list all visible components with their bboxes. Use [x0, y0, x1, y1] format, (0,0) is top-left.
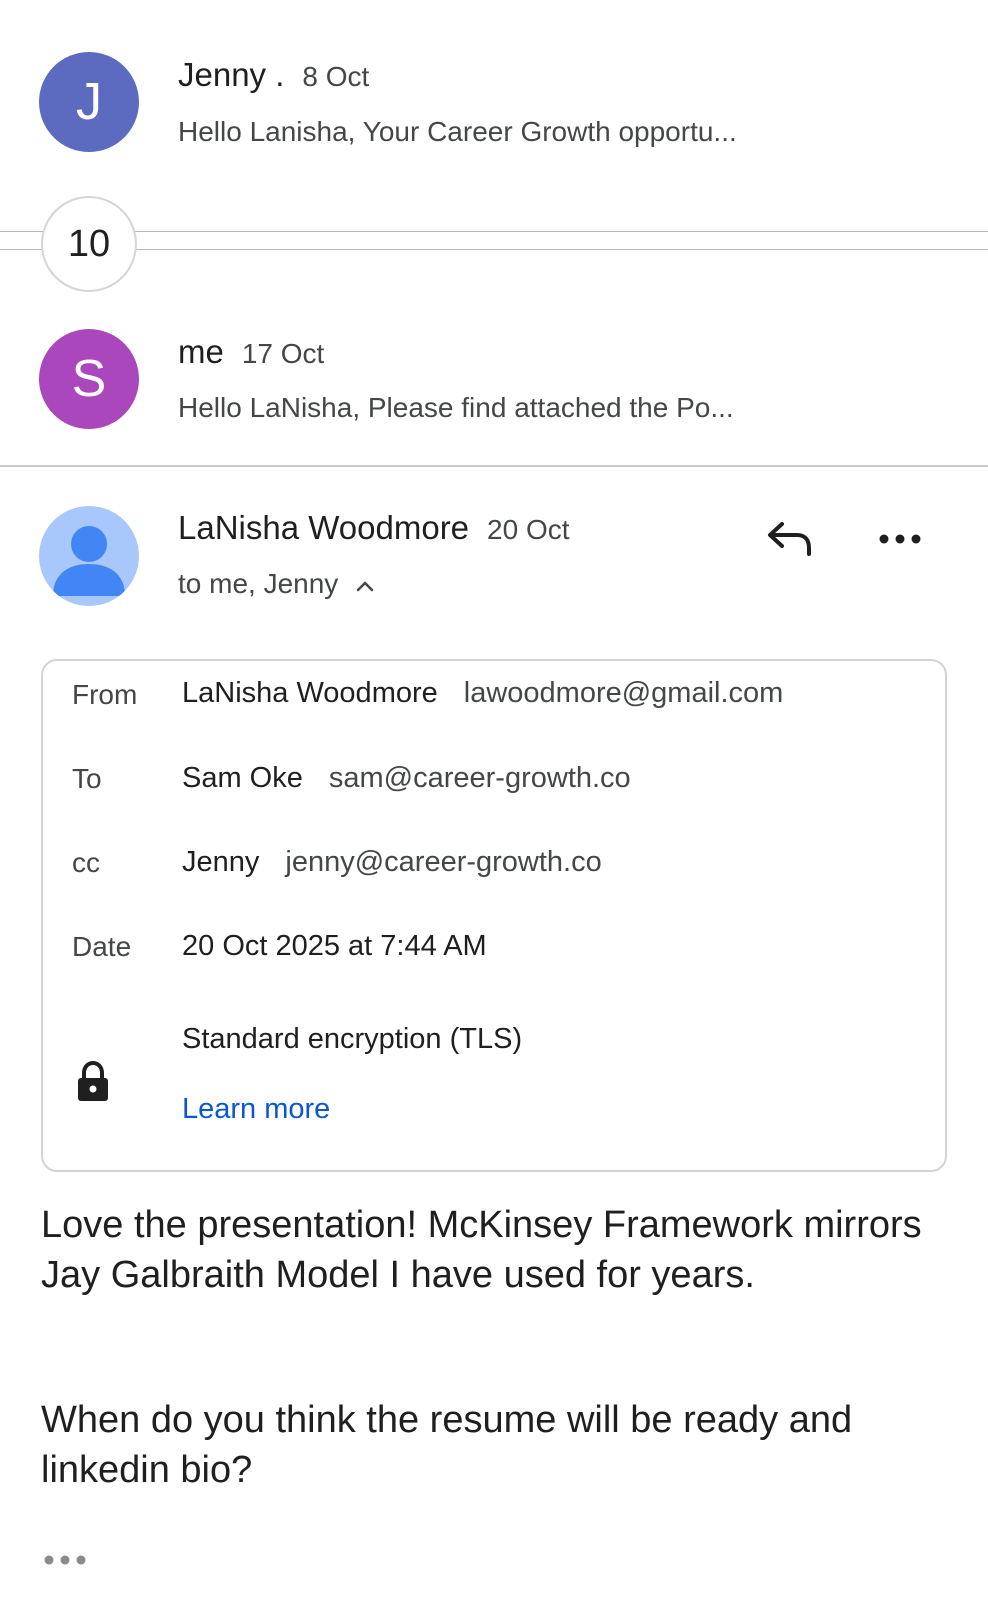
message-date: 20 Oct: [487, 514, 570, 545]
reply-button[interactable]: [760, 510, 820, 566]
from-name: LaNisha Woodmore: [182, 677, 438, 709]
cc-email[interactable]: jenny@career-growth.co: [285, 846, 601, 878]
cc-label: cc: [72, 847, 100, 878]
message-body-paragraph-1: Love the presentation! McKinsey Framewor…: [41, 1204, 922, 1296]
recipients-toggle[interactable]: to me, Jenny: [178, 568, 376, 600]
collapsed-line-bottom: [0, 249, 988, 250]
from-email[interactable]: lawoodmore@gmail.com: [464, 677, 784, 709]
sender-line: LaNisha Woodmore 20 Oct: [178, 509, 570, 547]
show-trimmed-content-button[interactable]: [44, 1552, 86, 1570]
more-horizontal-icon: [879, 534, 921, 544]
recipients-summary: to me, Jenny: [178, 568, 339, 599]
thread-divider: [0, 465, 988, 467]
to-email[interactable]: sam@career-growth.co: [329, 762, 631, 794]
avatar-letter: J: [76, 73, 102, 131]
avatar-letter: S: [71, 350, 107, 408]
to-name: Sam Oke: [182, 762, 303, 794]
reply-icon: [768, 522, 811, 556]
sender-line: Jenny . 8 Oct: [178, 56, 369, 94]
learn-more-link[interactable]: Learn more: [182, 1093, 330, 1126]
chevron-up-icon: [356, 581, 374, 591]
person-icon: [53, 526, 125, 596]
to-label: To: [72, 763, 102, 794]
lock-icon: [78, 1061, 108, 1101]
date-label: Date: [72, 931, 132, 962]
cc-name: Jenny: [182, 846, 260, 878]
sender-name: Jenny .: [178, 56, 285, 93]
avatar-lanisha: [39, 506, 139, 606]
avatar-jenny: J: [39, 52, 139, 152]
more-horizontal-icon: [44, 1555, 86, 1565]
avatar-me: S: [39, 329, 139, 429]
cc-row: Jenny jenny@career-growth.co: [182, 846, 602, 879]
date-row: 20 Oct 2025 at 7:44 AM: [182, 930, 487, 963]
sender-line: me 17 Oct: [178, 333, 324, 371]
encryption-text: Standard encryption (TLS): [182, 1023, 523, 1055]
message-snippet: Hello Lanisha, Your Career Growth opport…: [178, 116, 737, 147]
sender-name: LaNisha Woodmore: [178, 509, 470, 546]
more-options-button[interactable]: [870, 515, 930, 563]
sender-name: me: [178, 333, 224, 370]
from-row: LaNisha Woodmore lawoodmore@gmail.com: [182, 677, 783, 710]
message-body-paragraph-2: When do you think the resume will be rea…: [41, 1399, 853, 1491]
message-date: 17 Oct: [241, 338, 325, 369]
message-snippet: Hello LaNisha, Please find attached the …: [178, 392, 734, 423]
collapsed-line-top: [0, 231, 988, 232]
date-value: 20 Oct 2025 at 7:44 AM: [182, 930, 487, 962]
to-row: Sam Oke sam@career-growth.co: [182, 762, 631, 795]
from-label: From: [72, 679, 138, 710]
collapsed-count-badge[interactable]: 10: [41, 196, 137, 292]
message-details: From LaNisha Woodmore lawoodmore@gmail.co…: [41, 659, 947, 1172]
message-date: 8 Oct: [302, 61, 370, 92]
